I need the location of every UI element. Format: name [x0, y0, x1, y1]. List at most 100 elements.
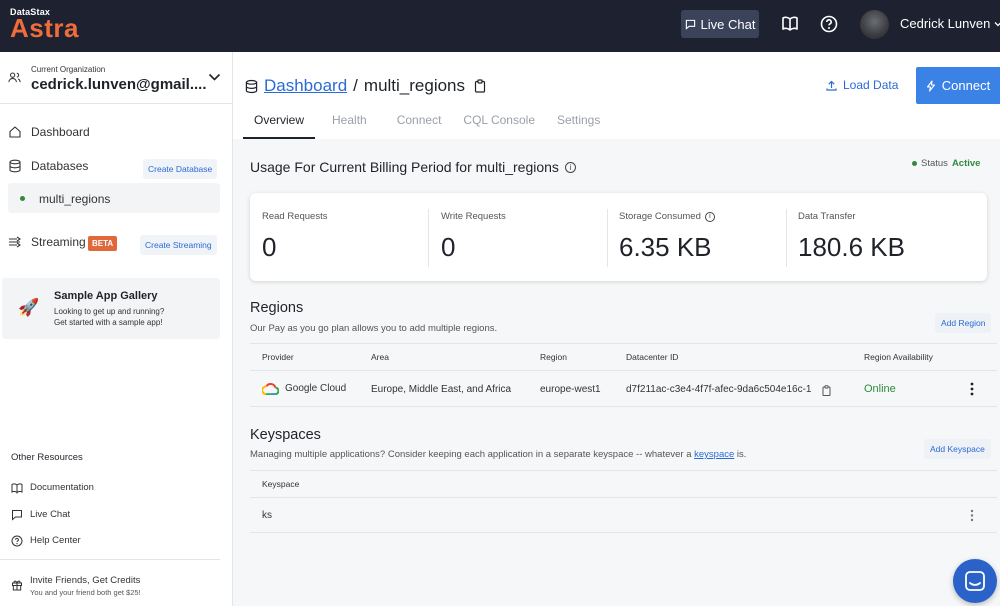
sidebar-item-label: Dashboard — [31, 125, 90, 139]
add-keyspace-button[interactable]: Add Keyspace — [924, 439, 991, 459]
page-header: Dashboard / multi_regions Load Data Conn… — [233, 52, 1000, 139]
help-center-label: Help Center — [30, 535, 81, 546]
stat-value: 180.6 KB — [798, 232, 905, 262]
clipboard-icon[interactable] — [822, 385, 831, 396]
gallery-line: Get started with a sample app! — [54, 318, 163, 327]
db-status-dot — [20, 196, 25, 201]
gift-icon — [12, 580, 22, 591]
divider — [250, 370, 997, 371]
create-database-button[interactable]: Create Database — [143, 159, 218, 179]
keyspace-name-cell: ks — [262, 510, 272, 521]
column-header: Datacenter ID — [626, 352, 679, 362]
sidebar-item-label: Streaming — [31, 235, 86, 249]
live-chat-button[interactable]: Live Chat — [681, 10, 759, 38]
main-panel: Dashboard / multi_regions Load Data Conn… — [233, 52, 1000, 606]
user-menu[interactable]: Cedrick Lunven — [900, 16, 1000, 31]
logo-astra-text: Astra — [10, 13, 79, 43]
column-header: Provider — [262, 352, 294, 362]
keyspaces-title: Keyspaces — [250, 427, 321, 443]
provider-name: Google Cloud — [285, 383, 347, 394]
beta-badge: BETA — [88, 236, 118, 251]
status-badge: Status Active — [912, 158, 980, 169]
connect-button[interactable]: Connect — [916, 67, 1000, 104]
divider — [0, 559, 220, 560]
status-label: Status — [921, 158, 948, 169]
load-data-label: Load Data — [843, 78, 899, 92]
area-cell: Europe, Middle East, and Africa — [371, 384, 512, 395]
stat-label: Write Requests — [441, 211, 506, 222]
divider — [250, 343, 997, 344]
page-title: multi_regions — [363, 76, 466, 95]
status-dot — [912, 161, 917, 166]
column-header: Region Availability — [864, 352, 933, 362]
stat-label: Data Transfer — [798, 211, 856, 222]
sidebar-item-label: Databases — [31, 159, 89, 173]
load-data-button[interactable]: Load Data — [826, 78, 898, 92]
regions-subtitle: Our Pay as you go plan allows you to add… — [250, 323, 498, 334]
create-streaming-button[interactable]: Create Streaming — [140, 235, 217, 255]
tab-connect[interactable]: Connect — [386, 109, 453, 139]
avatar[interactable] — [860, 10, 889, 39]
stat-storage-consumed: Storage Consumed i 6.35 KB — [607, 193, 785, 281]
stat-data-transfer: Data Transfer 180.6 KB — [786, 193, 986, 281]
column-header: Keyspace — [262, 479, 300, 489]
divider — [250, 497, 997, 498]
stat-value: 0 — [262, 232, 277, 262]
tab-health[interactable]: Health — [321, 109, 378, 139]
streaming-icon — [9, 236, 21, 248]
org-caption: Current Organization — [31, 65, 106, 74]
tab-overview[interactable]: Overview — [243, 109, 316, 139]
rocket-icon: 🚀 — [18, 298, 40, 317]
upload-icon — [826, 80, 837, 91]
stat-value: 6.35 KB — [619, 232, 712, 262]
stat-read-requests: Read Requests 0 — [250, 193, 428, 281]
sidebar-item-multi-regions[interactable]: multi_regions — [8, 183, 220, 213]
usage-title: Usage For Current Billing Period for mul… — [250, 159, 559, 175]
gallery-line: Looking to get up and running? — [54, 307, 165, 316]
book-icon[interactable] — [780, 14, 800, 34]
users-icon — [8, 72, 21, 83]
overview-content: Usage For Current Billing Period for mul… — [233, 139, 1000, 606]
more-vertical-icon[interactable] — [970, 509, 974, 522]
breadcrumb-dashboard-link[interactable]: Dashboard — [264, 76, 347, 96]
tab-settings[interactable]: Settings — [546, 109, 611, 139]
keyspace-link[interactable]: keyspace — [694, 449, 734, 460]
invite-friends-link[interactable]: Invite Friends, Get Credits — [30, 575, 140, 586]
chat-widget-button[interactable] — [953, 559, 997, 603]
keyspaces-subtitle-end: is. — [734, 449, 747, 460]
chevron-down-icon — [994, 22, 1000, 27]
clipboard-icon[interactable] — [474, 79, 486, 93]
info-icon[interactable]: i — [704, 211, 715, 222]
google-cloud-icon — [262, 382, 279, 395]
org-switcher[interactable]: Current Organization cedrick.lunven@gmai… — [0, 52, 232, 104]
status-value: Active — [951, 158, 981, 169]
invite-subtext: You and your friend both get $25! — [30, 588, 141, 597]
org-email: cedrick.lunven@gmail.... — [31, 76, 207, 93]
more-vertical-icon[interactable] — [970, 382, 974, 396]
add-region-button[interactable]: Add Region — [935, 313, 992, 333]
sidebar-item-dashboard[interactable]: Dashboard — [0, 121, 232, 143]
help-icon[interactable] — [819, 14, 839, 34]
breadcrumb-separator: / — [353, 76, 358, 95]
home-icon — [9, 126, 21, 138]
database-icon — [245, 79, 258, 93]
sample-app-gallery-card[interactable]: 🚀 Sample App Gallery Looking to get up a… — [2, 278, 220, 339]
tab-bar: Overview Health Connect CQL Console Sett… — [243, 109, 611, 139]
chat-icon — [965, 571, 985, 591]
astra-logo[interactable]: DataStax Astra — [10, 7, 79, 43]
lightning-icon — [926, 79, 935, 92]
info-icon[interactable]: i — [564, 161, 576, 173]
divider — [250, 406, 997, 407]
help-icon — [11, 535, 23, 547]
stat-label: Read Requests — [262, 211, 328, 222]
chat-icon — [685, 19, 695, 30]
column-header: Area — [371, 352, 389, 362]
datacenter-id-cell: d7f211ac-c3e4-4f7f-afec-9da6c504e16c-1 — [626, 384, 812, 395]
database-icon — [9, 159, 21, 173]
sidebar: Current Organization cedrick.lunven@gmai… — [0, 52, 233, 606]
stat-write-requests: Write Requests 0 — [429, 193, 607, 281]
keyspaces-subtitle: Managing multiple applications? Consider… — [250, 449, 746, 460]
divider — [250, 532, 997, 533]
tab-cql-console[interactable]: CQL Console — [452, 109, 546, 139]
top-bar: DataStax Astra Live Chat Cedrick Lunven — [0, 0, 1000, 52]
